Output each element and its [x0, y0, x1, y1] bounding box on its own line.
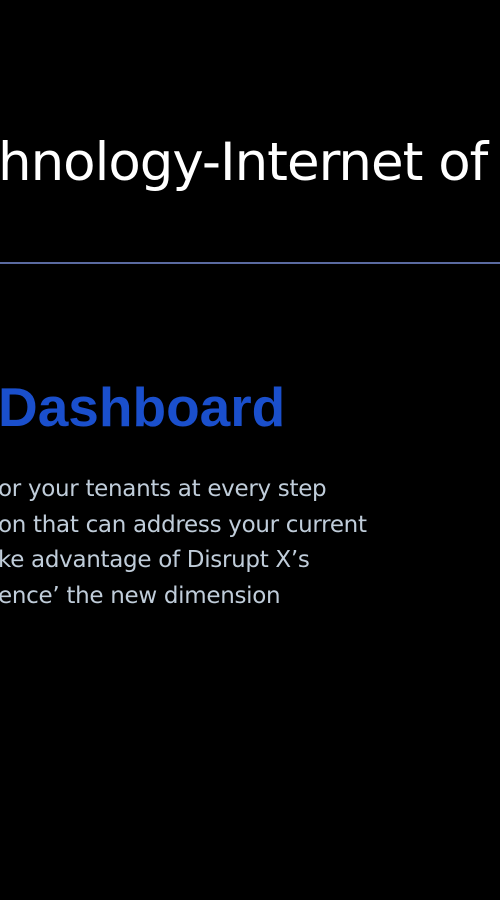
slide-title: hnology-Internet of: [0, 132, 488, 193]
body-text: or your tenants at every step on that ca…: [0, 472, 367, 614]
body-line: or your tenants at every step: [0, 476, 327, 502]
body-line: ence’ the new dimension: [0, 582, 281, 609]
body-line: on that can address your current: [0, 511, 367, 538]
presentation-slide: hnology-Internet of Dashboard or your te…: [0, 0, 500, 900]
body-line: ke advantage of Disrupt X’s: [0, 547, 310, 573]
section-heading: Dashboard: [0, 376, 286, 438]
title-divider: [0, 262, 500, 264]
